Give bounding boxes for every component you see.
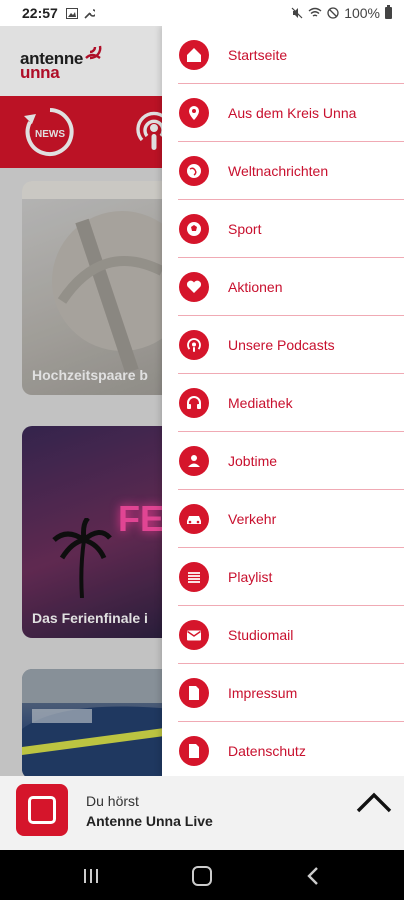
image-icon (65, 7, 78, 19)
menu-item-sport[interactable]: Sport (162, 200, 404, 258)
menu-item-weltnachrichten[interactable]: Weltnachrichten (162, 142, 404, 200)
menu-item-label: Sport (228, 221, 262, 237)
menu-item-playlist[interactable]: Playlist (162, 548, 404, 606)
menu-item-label: Verkehr (228, 511, 277, 527)
document-icon (179, 736, 209, 766)
menu-item-label: Datenschutz (228, 743, 306, 759)
menu-item-label: Weltnachrichten (228, 163, 329, 179)
menu-item-datenschutz[interactable]: Datenschutz (162, 722, 404, 780)
headphones-icon (179, 388, 209, 418)
location-pin-icon (179, 98, 209, 128)
menu-item-label: Mediathek (228, 395, 293, 411)
menu-item-aktionen[interactable]: Aktionen (162, 258, 404, 316)
menu-item-startseite[interactable]: Startseite (162, 26, 404, 84)
system-icons: 100% (291, 5, 392, 21)
status-time: 22:57 (22, 5, 58, 21)
soccer-ball-icon (179, 214, 209, 244)
wifi-icon (308, 7, 322, 17)
menu-item-aus-dem-kreis-unna[interactable]: Aus dem Kreis Unna (162, 84, 404, 142)
menu-item-jobtime[interactable]: Jobtime (162, 432, 404, 490)
person-icon (179, 446, 209, 476)
player-bar[interactable]: Du hörst Antenne Unna Live (0, 776, 404, 850)
menu-item-label: Unsere Podcasts (228, 337, 335, 353)
home-nav-icon[interactable] (192, 866, 212, 886)
back-icon[interactable] (306, 866, 320, 886)
stop-button[interactable] (16, 784, 68, 836)
menu-item-label: Impressum (228, 685, 298, 701)
document-icon (179, 678, 209, 708)
dnd-icon (327, 7, 339, 19)
menu-item-impressum[interactable]: Impressum (162, 664, 404, 722)
menu-item-label: Playlist (228, 569, 273, 585)
battery-icon (385, 5, 392, 19)
status-bar: 22:57 100% (0, 0, 404, 26)
menu-item-studiomail[interactable]: Studiomail (162, 606, 404, 664)
menu-item-label: Aus dem Kreis Unna (228, 105, 357, 121)
menu-item-label: Studiomail (228, 627, 294, 643)
chevron-up-icon[interactable] (355, 790, 393, 814)
menu-item-label: Startseite (228, 47, 288, 63)
mail-icon (179, 620, 209, 650)
menu-item-label: Aktionen (228, 279, 283, 295)
recents-icon[interactable] (82, 868, 100, 884)
heart-icon (179, 272, 209, 302)
menu-item-label: Jobtime (228, 453, 278, 469)
menu-item-mediathek[interactable]: Mediathek (162, 374, 404, 432)
player-station: Antenne Unna Live (86, 813, 213, 829)
navigation-drawer: Startseite Aus dem Kreis Unna Weltnachrich… (162, 26, 404, 776)
list-icon (179, 562, 209, 592)
globe-icon (179, 156, 209, 186)
podcast-icon (179, 330, 209, 360)
mute-icon (291, 7, 303, 19)
battery-percent: 100% (344, 5, 380, 21)
wrench-icon (84, 8, 95, 19)
menu-item-verkehr[interactable]: Verkehr (162, 490, 404, 548)
system-nav-bar (0, 850, 404, 900)
menu-item-unsere-podcasts[interactable]: Unsere Podcasts (162, 316, 404, 374)
car-icon (179, 504, 209, 534)
stop-icon (28, 796, 56, 824)
notification-icons (65, 7, 95, 19)
player-subtitle: Du hörst (86, 793, 139, 809)
home-icon (179, 40, 209, 70)
